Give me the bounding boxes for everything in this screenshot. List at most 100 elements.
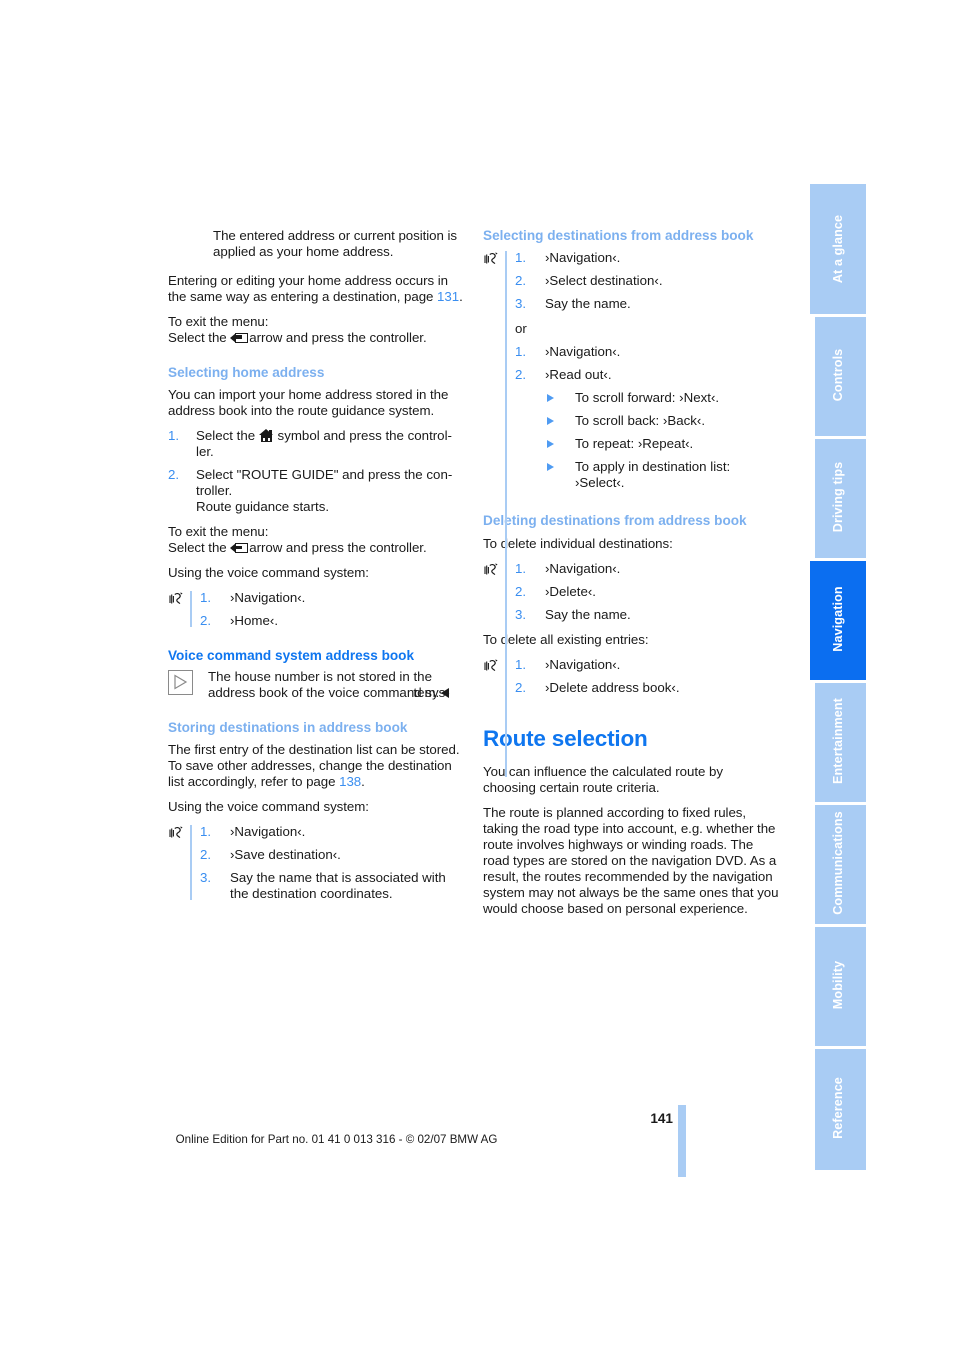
tab-divider <box>810 1046 866 1049</box>
step-item: 2. ›Delete address book‹. <box>515 680 779 696</box>
voice-steps-delete-all: 1. ›Navigation‹. 2. ›Delete address book‹. <box>515 657 779 696</box>
step-item: 3. Say the name. <box>515 607 779 623</box>
voice-command-block-home: 1. ›Navigation‹. 2. ›Home‹. <box>168 590 464 629</box>
step-number: 1. <box>515 560 527 576</box>
voice-command-icon <box>168 590 187 608</box>
heading-selecting-destinations: Selecting destinations from address book <box>483 228 754 243</box>
option-item: To repeat: ›Repeat‹. <box>545 436 779 452</box>
page-reference-138[interactable]: 138 <box>339 774 361 789</box>
using-voice-command-label-1: Using the voice command system: <box>168 565 369 581</box>
step-item: 2. ›Home‹. <box>200 613 464 629</box>
manual-page: The entered address or current position … <box>0 0 954 1351</box>
step-text: ›Delete address book‹. <box>545 679 680 695</box>
exit-menu-post-2: arrow and press the controller. <box>249 540 427 556</box>
option-item: To apply in destination list: ›Select‹. <box>545 459 779 491</box>
tab-notch <box>810 1048 815 1170</box>
step-number: 2. <box>168 467 180 483</box>
tab-label: Controls <box>831 348 845 402</box>
step-number: 1. <box>515 656 527 672</box>
exit-menu-pre-1: Select the <box>168 330 231 345</box>
exit-menu-label-1: To exit the menu: <box>168 314 269 329</box>
tab-notch <box>810 926 815 1046</box>
step-item: 2. ›Read out‹. To scroll forward: ›Next‹.… <box>515 367 779 491</box>
step-number: 3. <box>515 606 527 622</box>
exit-menu-post-1: arrow and press the controller. <box>249 330 427 345</box>
tab-reference[interactable]: Reference <box>810 1046 866 1170</box>
step-item: 1. ›Navigation‹. <box>515 250 779 266</box>
tab-divider <box>810 680 866 683</box>
storing-text-pre: The first entry of the destination list … <box>168 742 460 790</box>
voice-steps-delete-individual: 1. ›Navigation‹. 2. ›Delete‹. 3. Say the na… <box>515 561 779 623</box>
right-text-column: Selecting destinations from address book… <box>483 228 779 926</box>
tab-entertainment[interactable]: Entertainment <box>810 680 866 802</box>
step-text: ›Navigation‹. <box>230 590 306 606</box>
step-number: 1. <box>515 344 527 360</box>
step-text: ›Home‹. <box>230 613 279 629</box>
entering-home-address-paragraph: Entering or editing your home address oc… <box>168 273 464 305</box>
tab-divider <box>810 924 866 927</box>
step-item: 1. Select the symbol and press the contr… <box>168 428 464 460</box>
voice-command-icon <box>168 824 187 842</box>
tab-at-a-glance[interactable]: At a glance <box>810 184 866 314</box>
step-number: 1. <box>200 824 212 840</box>
step-item: 2. ›Select destination‹. <box>515 273 779 289</box>
voice-command-icon <box>483 657 502 675</box>
tab-driving-tips[interactable]: Driving tips <box>810 436 866 558</box>
tab-navigation[interactable]: Navigation <box>810 558 866 680</box>
step-item: 3. Say the name. <box>515 296 779 312</box>
step-text: Say the name. <box>545 296 631 312</box>
step-item: 2. Select "ROUTE GUIDE" and press the co… <box>168 467 464 515</box>
step-number: 1. <box>168 428 180 444</box>
step-number: 2. <box>515 679 527 695</box>
step-text-pre: Select the <box>196 428 259 444</box>
option-text: To repeat: ›Repeat‹. <box>575 436 694 452</box>
triangle-bullet-icon <box>547 462 554 471</box>
step-text: Say the name that is associated with the… <box>230 870 446 902</box>
tab-divider <box>810 436 866 439</box>
tab-mobility[interactable]: Mobility <box>810 924 866 1046</box>
voice-steps-select-destination-a: 1. ›Navigation‹. 2. ›Select destination‹. … <box>515 250 779 312</box>
delete-all-label: To delete all existing entries: <box>483 631 649 647</box>
tab-label: Reference <box>831 1077 845 1139</box>
tab-notch <box>810 804 815 924</box>
voice-command-block-select-destination: 1. ›Navigation‹. 2. ›Select destination‹. … <box>483 250 779 778</box>
exit-menu-pre-2: Select the <box>168 540 231 556</box>
voice-block-rule <box>505 251 507 778</box>
step-text: ›Delete‹. <box>545 583 596 599</box>
voice-command-block-delete-individual: 1. ›Navigation‹. 2. ›Delete‹. 3. Say the na… <box>483 561 779 623</box>
step-text: ›Navigation‹. <box>545 560 621 576</box>
step-number: 2. <box>515 273 527 289</box>
delete-individual-label: To delete individual destinations: <box>483 535 673 551</box>
route-rules-paragraph: The route is planned according to fixed … <box>483 804 779 916</box>
voice-block-rule <box>505 657 507 694</box>
page-reference-131[interactable]: 131 <box>437 289 459 304</box>
tab-notch <box>810 438 815 558</box>
step-text: ›Select destination‹. <box>545 273 663 289</box>
using-voice-command-label-2: Using the voice command system: <box>168 799 369 815</box>
storing-destinations-paragraph: The first entry of the destination list … <box>168 742 464 790</box>
house-icon <box>258 429 274 443</box>
or-separator: or <box>515 321 527 337</box>
step-number: 2. <box>515 367 527 383</box>
step-text: Select "ROUTE GUIDE" and press the con-t… <box>196 467 453 499</box>
step-text: ›Navigation‹. <box>230 824 306 840</box>
tab-communications[interactable]: Communications <box>810 802 866 924</box>
voice-command-block-save: 1. ›Navigation‹. 2. ›Save destination‹. 3.… <box>168 824 464 902</box>
step-item: 2. ›Delete‹. <box>515 584 779 600</box>
option-item: To scroll back: ›Back‹. <box>545 413 779 429</box>
option-text: To apply in destination list: ›Select‹. <box>575 459 731 491</box>
triangle-bullet-icon <box>547 416 554 425</box>
step-number: 1. <box>515 250 527 266</box>
voice-block-rule <box>190 825 192 901</box>
step-text: ›Save destination‹. <box>230 847 341 863</box>
tab-label: At a glance <box>831 214 845 284</box>
entering-text-post: . <box>459 289 463 304</box>
step-text: ›Read out‹. <box>545 367 612 383</box>
option-text: To scroll back: ›Back‹. <box>575 413 706 429</box>
back-arrow-icon <box>230 542 249 554</box>
note-text-tail: tem. <box>413 685 450 700</box>
tab-controls[interactable]: Controls <box>810 314 866 436</box>
step-item: 2. ›Save destination‹. <box>200 847 464 863</box>
tab-label: Driving tips <box>831 461 845 533</box>
heading-deleting-destinations: Deleting destinations from address book <box>483 513 747 529</box>
